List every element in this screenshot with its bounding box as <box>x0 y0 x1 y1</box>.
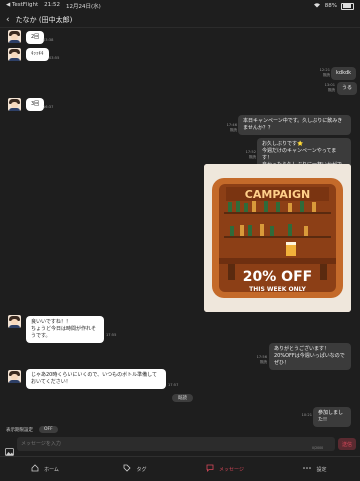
tab-settings[interactable]: 設定 <box>270 466 360 473</box>
more-icon <box>303 466 312 472</box>
message-bubble-outgoing[interactable]: 本日キャンペーン中です。久しぶりに飲みきませんか？？ <box>238 115 351 135</box>
display-setting-toggle[interactable]: OFF <box>39 426 58 433</box>
message-time: 03:55 <box>49 56 60 60</box>
campaign-subtitle: THIS WEEK ONLY <box>249 286 306 293</box>
battery-icon <box>341 2 354 10</box>
tab-home[interactable]: ホーム <box>0 464 90 474</box>
avatar[interactable] <box>8 98 21 111</box>
character-counter: 0/2000 <box>312 446 324 450</box>
message-bubble-outgoing[interactable]: kdkdk <box>331 67 357 80</box>
carrier-label[interactable]: ◀ TestFlight <box>6 2 38 10</box>
message-time: 17:55 <box>106 333 117 337</box>
message-time: 17:57 <box>168 383 179 387</box>
chat-title: たなか (田中太郎) <box>15 15 73 24</box>
message-input[interactable] <box>17 437 335 451</box>
message-time: 16:37 <box>43 105 54 109</box>
wifi-icon <box>313 2 321 10</box>
clock: 21:52 <box>44 2 61 8</box>
message-bubble-outgoing[interactable]: うる <box>337 82 358 95</box>
avatar[interactable] <box>8 30 21 43</box>
status-bar: ◀ TestFlight 21:52 12月24日(水) 88% <box>0 0 360 12</box>
campaign-title: CAMPAIGN <box>245 188 310 201</box>
tab-messages-label: メッセージ <box>219 466 244 473</box>
campaign-image[interactable]: CAMPAIGN 20% OFF THIS WEEK ONLY <box>204 164 351 312</box>
send-button[interactable]: 送信 <box>338 438 356 450</box>
date-divider: 既読 <box>172 394 193 402</box>
back-chevron-icon[interactable]: ‹ <box>6 15 10 25</box>
campaign-discount: 20% OFF <box>243 269 312 285</box>
read-receipt: 既読 <box>229 128 237 132</box>
tab-bar: ホーム タグ メッセージ 設定 <box>0 456 360 481</box>
home-icon <box>31 464 39 474</box>
message-time: 10:21 <box>301 413 312 417</box>
avatar[interactable] <box>8 370 21 383</box>
message-bubble-incoming[interactable]: 2回 <box>26 31 45 44</box>
chat-header: ‹ たなか (田中太郎) <box>0 12 360 28</box>
tag-icon <box>123 464 132 474</box>
date-label: 12月24日(水) <box>66 4 101 10</box>
message-icon <box>206 464 214 474</box>
tab-tags-label: タグ <box>136 466 147 473</box>
tab-home-label: ホーム <box>44 466 59 473</box>
message-bubble-incoming[interactable]: 良いいですね！！ ちょうど今日は時間が作れそうです。 <box>26 316 104 343</box>
avatar[interactable] <box>8 315 21 328</box>
read-receipt: 既読 <box>327 88 335 92</box>
message-bubble-incoming[interactable]: じゃあ20時くらいにいくので、いつものボトル準備しておいてください！ <box>26 369 166 389</box>
read-receipt: 既読 <box>248 155 256 159</box>
tab-messages[interactable]: メッセージ <box>180 464 270 474</box>
message-list[interactable]: 2回 03:38 ｷｯｯｷｷ 03:55 12:21 既読 kdkdk 13:0… <box>0 28 360 427</box>
message-bubble-incoming[interactable]: ｷｯｯｷｷ <box>26 48 49 61</box>
composer: 表示期限設定 OFF 0/2000 送信 <box>0 424 360 456</box>
message-time: 03:38 <box>43 38 54 42</box>
message-bubble-outgoing[interactable]: ありがとうございます！ 20%OFFは今週いっぱいなのでぜひ！ <box>269 343 351 370</box>
read-receipt: 既読 <box>259 360 267 364</box>
message-bubble-incoming[interactable]: 3回 <box>26 98 45 111</box>
tab-settings-label: 設定 <box>316 466 327 473</box>
display-setting-label: 表示期限設定 <box>6 427 33 433</box>
avatar[interactable] <box>8 48 21 61</box>
battery-percent: 88% <box>324 3 337 9</box>
read-receipt: 既読 <box>322 73 330 77</box>
tab-tags[interactable]: タグ <box>90 464 180 474</box>
